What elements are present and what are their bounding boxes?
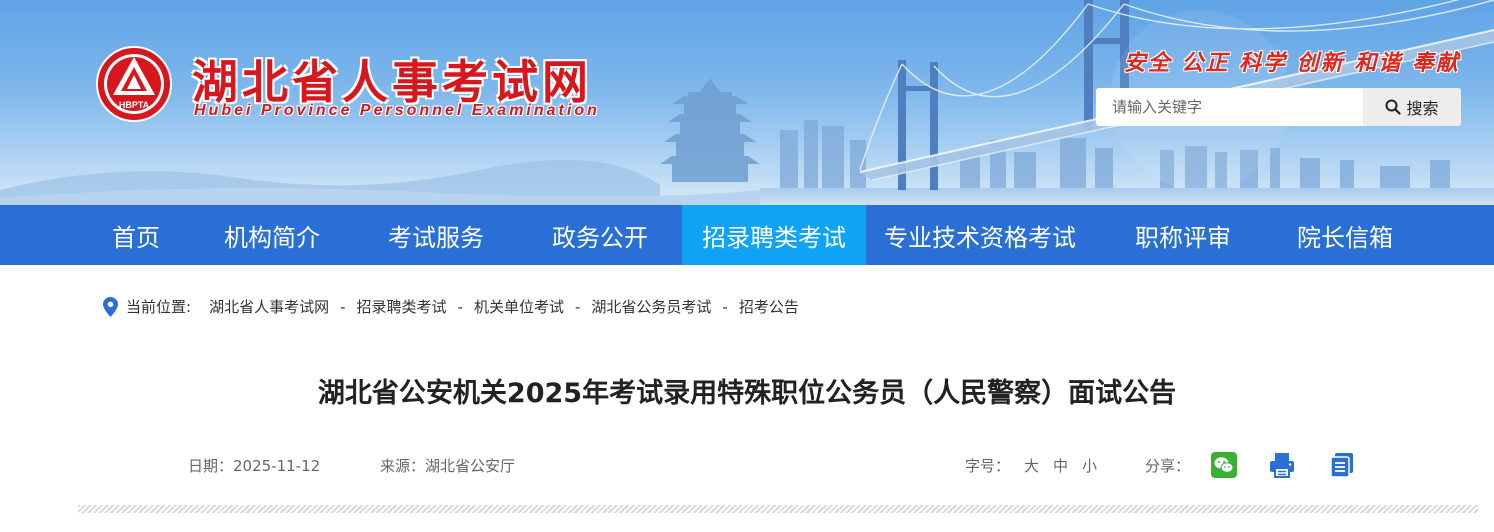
breadcrumb-link-announcements[interactable]: 招考公告 — [739, 296, 799, 317]
nav-item-label: 职称评审 — [1135, 223, 1231, 252]
article-date: 日期：2025-11-12 — [188, 457, 321, 475]
font-size-switcher: 字号： 大 中 小 — [965, 455, 1097, 476]
nav-item-label: 考试服务 — [388, 223, 484, 252]
header-banner: HBPTA 湖北省人事考试网 Hubei Province Personnel … — [0, 0, 1494, 205]
nav-item-professional-qualification[interactable]: 专业技术资格考试 — [866, 205, 1094, 265]
nav-item-label: 机构简介 — [224, 223, 320, 252]
font-size-medium[interactable]: 中 — [1053, 455, 1068, 476]
main-nav: 首页 机构简介 考试服务 政务公开 招录聘类考试 专业技术资格考试 职称评审 院… — [0, 205, 1494, 265]
search-button-label: 搜索 — [1406, 99, 1439, 118]
share-label: 分享： — [1145, 457, 1191, 475]
font-size-small[interactable]: 小 — [1082, 455, 1097, 476]
hbpta-emblem-icon: HBPTA — [96, 46, 172, 122]
nav-item-title-evaluation[interactable]: 职称评审 — [1094, 205, 1272, 265]
location-pin-icon — [103, 296, 118, 317]
divider — [78, 505, 1478, 513]
breadcrumb-separator: - — [574, 297, 581, 316]
search-button[interactable]: 搜索 — [1363, 88, 1461, 126]
nav-item-label: 招录聘类考试 — [702, 223, 846, 252]
nav-item-recruitment-exams[interactable]: 招录聘类考试 — [682, 205, 866, 265]
nav-item-director-mailbox[interactable]: 院长信箱 — [1272, 205, 1418, 265]
breadcrumb-link-home[interactable]: 湖北省人事考试网 — [209, 296, 329, 317]
breadcrumb: 当前位置: 湖北省人事考试网 - 招录聘类考试 - 机关单位考试 - 湖北省公务… — [103, 296, 799, 317]
emblem-text: HBPTA — [119, 100, 150, 110]
document-icon[interactable] — [1329, 452, 1355, 478]
print-icon[interactable] — [1269, 452, 1295, 478]
breadcrumb-separator: - — [722, 297, 728, 316]
nav-item-label: 院长信箱 — [1297, 223, 1393, 252]
font-size-large[interactable]: 大 — [1024, 455, 1039, 476]
search-icon — [1385, 99, 1402, 115]
site-title-english: Hubei Province Personnel Examination — [194, 102, 600, 119]
breadcrumb-link-civil-servant[interactable]: 湖北省公务员考试 — [591, 296, 711, 317]
nav-item-label: 首页 — [112, 223, 160, 252]
nav-item-label: 政务公开 — [552, 223, 648, 252]
nav-item-label: 专业技术资格考试 — [884, 223, 1076, 252]
breadcrumb-separator: - — [457, 297, 463, 316]
search-bar: 搜索 — [1096, 88, 1461, 126]
font-size-label: 字号： — [965, 457, 1011, 475]
nav-item-home[interactable]: 首页 — [82, 205, 190, 265]
breadcrumb-link-recruitment[interactable]: 招录聘类考试 — [357, 296, 447, 317]
breadcrumb-separator: - — [340, 297, 346, 316]
search-input[interactable] — [1096, 88, 1363, 126]
article-title: 湖北省公安机关2025年考试录用特殊职位公务员（人民警察）面试公告 — [317, 378, 1177, 409]
nav-item-exam-services[interactable]: 考试服务 — [354, 205, 518, 265]
slogan: 安全 公正 科学 创新 和谐 奉献 — [1123, 51, 1460, 76]
nav-item-public-affairs[interactable]: 政务公开 — [518, 205, 682, 265]
article-source: 来源：湖北省公安厅 — [380, 457, 516, 475]
breadcrumb-label: 当前位置: — [126, 298, 192, 316]
wechat-icon[interactable] — [1211, 452, 1237, 478]
nav-item-about[interactable]: 机构简介 — [190, 205, 354, 265]
breadcrumb-link-agency-exams[interactable]: 机关单位考试 — [474, 296, 564, 317]
